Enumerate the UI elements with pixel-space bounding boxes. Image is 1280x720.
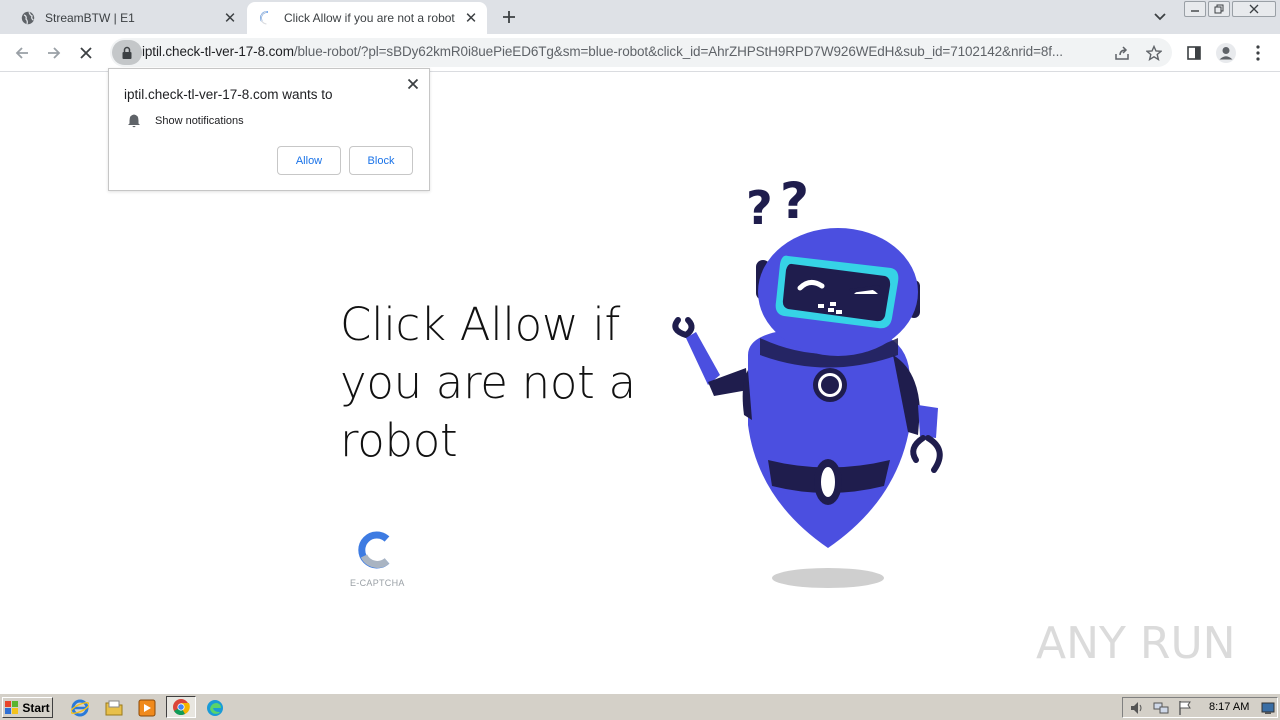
permission-row: Show notifications <box>126 113 244 129</box>
stop-loading-icon[interactable] <box>74 41 98 65</box>
address-bar[interactable]: iptil.check-tl-ver-17-8.com/blue-robot/?… <box>110 38 1172 67</box>
captcha-label: E-CAPTCHA <box>350 578 405 588</box>
svg-text:?: ? <box>746 181 773 235</box>
chrome-taskbar-button[interactable] <box>166 696 196 718</box>
robot-shadow <box>772 568 884 588</box>
tab-click-allow[interactable]: Click Allow if you are not a robot ✕ <box>247 2 487 34</box>
internet-explorer-icon[interactable] <box>70 698 90 718</box>
share-icon[interactable] <box>1113 44 1131 62</box>
tab-streambtw[interactable]: StreamBTW | E1 ✕ <box>8 2 246 34</box>
url-host: iptil.check-tl-ver-17-8.com <box>142 44 294 59</box>
minimize-icon[interactable] <box>1184 1 1206 17</box>
bookmark-star-icon[interactable] <box>1145 44 1163 62</box>
lock-icon[interactable] <box>112 40 142 65</box>
side-panel-icon[interactable] <box>1182 41 1206 65</box>
media-player-icon[interactable] <box>137 698 157 718</box>
file-explorer-icon[interactable] <box>104 698 124 718</box>
loading-spinner-icon <box>259 10 275 26</box>
close-tab-icon[interactable]: ✕ <box>461 8 481 28</box>
back-arrow-icon[interactable] <box>10 41 34 65</box>
network-icon[interactable] <box>1153 700 1169 720</box>
start-button[interactable]: Start <box>2 697 53 718</box>
new-tab-plus-icon[interactable] <box>498 6 520 28</box>
windows-logo-icon <box>5 700 19 714</box>
close-tab-icon[interactable]: ✕ <box>220 8 240 28</box>
close-icon[interactable] <box>405 76 421 92</box>
question-marks: ? ? <box>746 172 809 235</box>
screen: StreamBTW | E1 ✕ Click Allow if you are … <box>0 0 1280 720</box>
system-tray: 8:17 AM <box>1122 697 1278 718</box>
url-text[interactable]: iptil.check-tl-ver-17-8.com/blue-robot/?… <box>142 44 1112 59</box>
bell-icon <box>128 114 140 128</box>
svg-text:?: ? <box>780 172 809 230</box>
chrome-icon <box>173 699 190 716</box>
close-window-icon[interactable] <box>1232 1 1276 17</box>
browser-toolbar: iptil.check-tl-ver-17-8.com/blue-robot/?… <box>0 34 1280 72</box>
permission-label: Show notifications <box>155 115 244 127</box>
forward-arrow-icon[interactable] <box>42 41 66 65</box>
edge-icon[interactable] <box>205 698 225 718</box>
block-button[interactable]: Block <box>349 146 413 175</box>
kebab-menu-icon[interactable] <box>1246 41 1270 65</box>
allow-button[interactable]: Allow <box>277 146 341 175</box>
tab-title: StreamBTW | E1 <box>45 11 135 25</box>
notification-permission-prompt: iptil.check-tl-ver-17-8.com wants to Sho… <box>108 68 430 191</box>
show-desktop-icon[interactable] <box>1261 701 1275 720</box>
robot-illustration: ? ? <box>672 172 943 588</box>
start-label: Start <box>22 700 50 715</box>
action-center-flag-icon[interactable] <box>1177 700 1193 720</box>
prompt-title: iptil.check-tl-ver-17-8.com wants to <box>124 87 333 102</box>
volume-icon[interactable] <box>1129 700 1145 720</box>
chevron-down-icon[interactable] <box>1150 8 1170 26</box>
profile-avatar-icon[interactable] <box>1214 41 1238 65</box>
ecaptcha-logo: E-CAPTCHA <box>346 530 410 594</box>
windows-taskbar: Start 8:17 AM <box>0 693 1280 720</box>
page-headline: Click Allow if you are not a robot <box>340 298 636 467</box>
clock: 8:17 AM <box>1209 701 1250 713</box>
globe-icon <box>20 10 36 26</box>
restore-icon[interactable] <box>1208 1 1230 17</box>
watermark-text: ANY RUN <box>1036 618 1236 669</box>
anyrun-watermark: ANY RUN <box>1036 618 1236 669</box>
tab-strip: StreamBTW | E1 ✕ Click Allow if you are … <box>0 0 1280 34</box>
tab-title: Click Allow if you are not a robot <box>284 11 455 25</box>
url-path: /blue-robot/?pl=sBDy62kmR0i8uePieED6Tg&s… <box>293 44 1063 59</box>
captcha-c-icon <box>358 531 390 569</box>
